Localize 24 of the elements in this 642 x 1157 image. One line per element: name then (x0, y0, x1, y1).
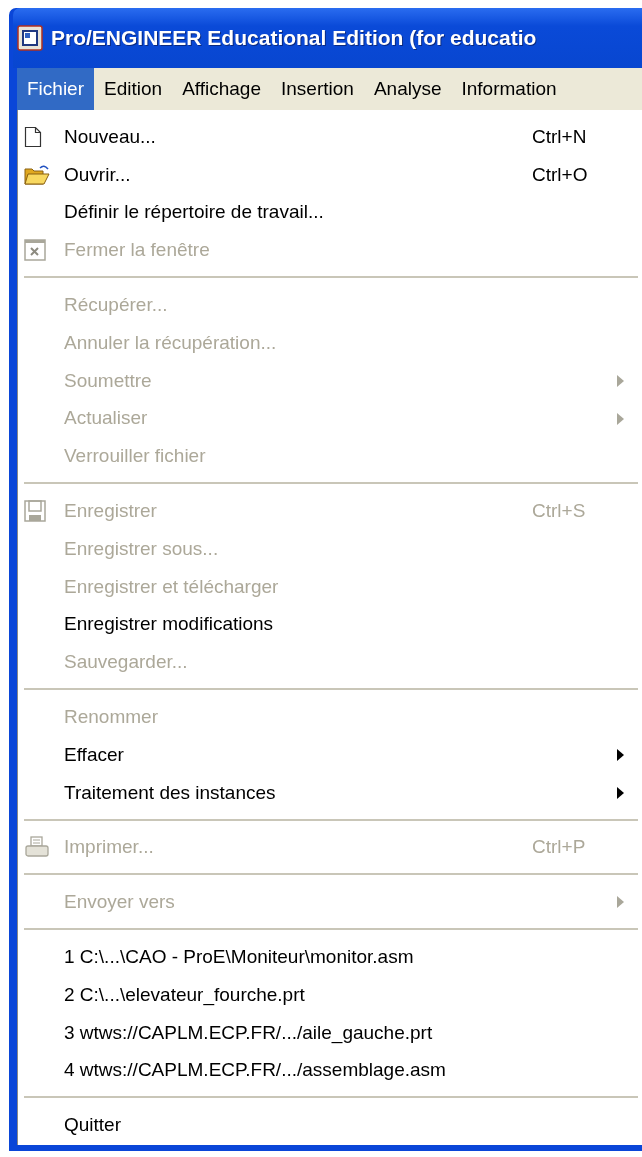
folder-icon (24, 163, 50, 186)
app-icon (17, 25, 43, 51)
menu-item[interactable]: Ouvrir... Ctrl+O (18, 155, 642, 194)
menu-item[interactable]: Quitter (18, 1106, 642, 1145)
menu-item[interactable]: Définir le répertoire de travail... (18, 193, 642, 232)
menu-item[interactable]: Nouveau... Ctrl+N (18, 118, 642, 156)
menu-item[interactable]: Effacer (18, 735, 642, 774)
menu-bar-item[interactable]: Analyse (363, 68, 452, 110)
menu-bar-item[interactable]: Affichage (172, 68, 271, 110)
menu-item[interactable]: Enregistrer modifications (18, 605, 642, 644)
menu-item[interactable]: 3 wtws://CAPLM.ECP.FR/.../aile_gauche.prt (18, 1013, 642, 1052)
save-icon (24, 500, 46, 523)
menu-bar-item[interactable]: Insertion (271, 68, 364, 110)
menu-item[interactable]: 4 wtws://CAPLM.ECP.FR/.../assemblage.asm (18, 1051, 642, 1090)
menu-bar-item[interactable]: Edition (94, 68, 173, 110)
menu-item[interactable]: Traitement des instances (18, 773, 642, 812)
menu-item[interactable]: 2 C:\...\elevateur_fourche.prt (18, 975, 642, 1014)
close-window-icon (24, 239, 46, 262)
menu-item[interactable]: 1 C:\...\CAO - ProE\Moniteur\monitor.asm (18, 938, 642, 976)
document-icon (24, 125, 42, 148)
window-title: Pro/ENGINEER Educational Edition (for educatio (51, 26, 537, 50)
printer-icon (24, 836, 50, 859)
menu-bar-item[interactable]: Information (451, 68, 567, 110)
menu-bar-item[interactable]: Fichier (17, 68, 94, 110)
